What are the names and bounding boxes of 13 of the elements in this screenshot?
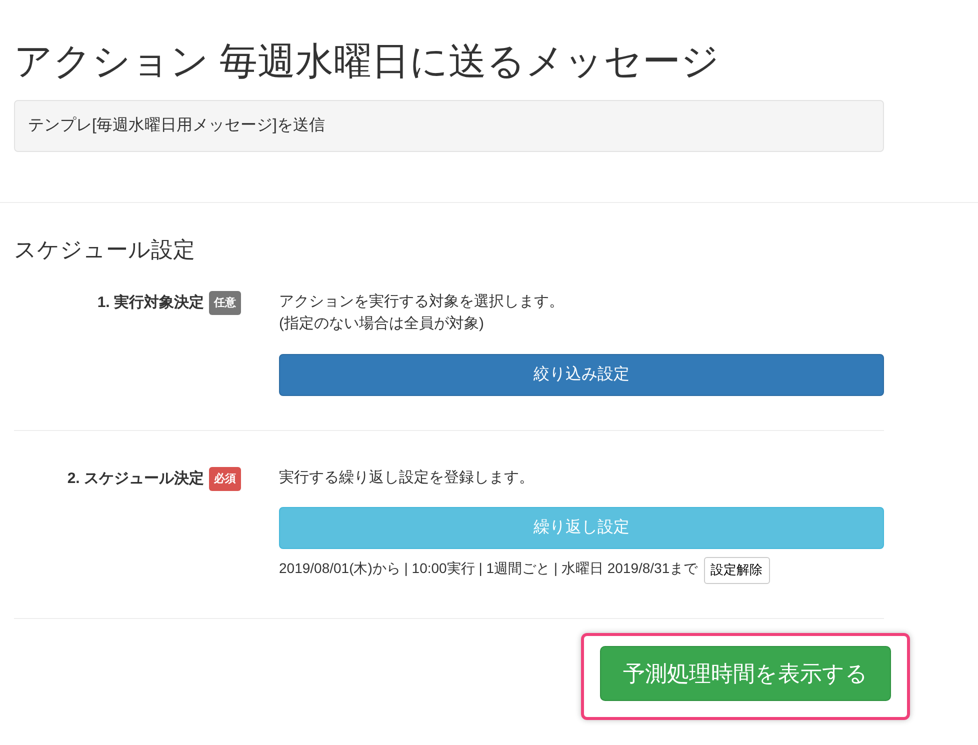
step-description: 実行する繰り返し設定を登録します。	[279, 468, 535, 488]
step-badge: 任意	[209, 290, 241, 316]
summary-panel: テンプレ[毎週水曜日用メッセージ]を送信	[14, 100, 884, 152]
step-badge: 必須	[209, 466, 241, 492]
show-estimate-button[interactable]: 予測処理時間を表示する	[600, 646, 891, 701]
schedule-summary: 2019/08/01(木)から | 10:00実行 | 1週間ごと | 水曜日 2019/8/31まで	[279, 559, 698, 578]
settings-button[interactable]: 絞り込み設定	[279, 354, 884, 396]
clear-settings-button[interactable]: 設定解除	[704, 557, 770, 584]
step-label: 1. 実行対象決定	[97, 294, 204, 312]
step-label: 2. スケジュール決定	[67, 470, 204, 488]
page-title: アクション 毎週水曜日に送るメッセージ	[14, 40, 721, 85]
section-title: スケジュール設定	[14, 236, 196, 263]
step-description: アクションを実行する対象を選択します。 (指定のない場合は全員が対象)	[279, 292, 565, 334]
